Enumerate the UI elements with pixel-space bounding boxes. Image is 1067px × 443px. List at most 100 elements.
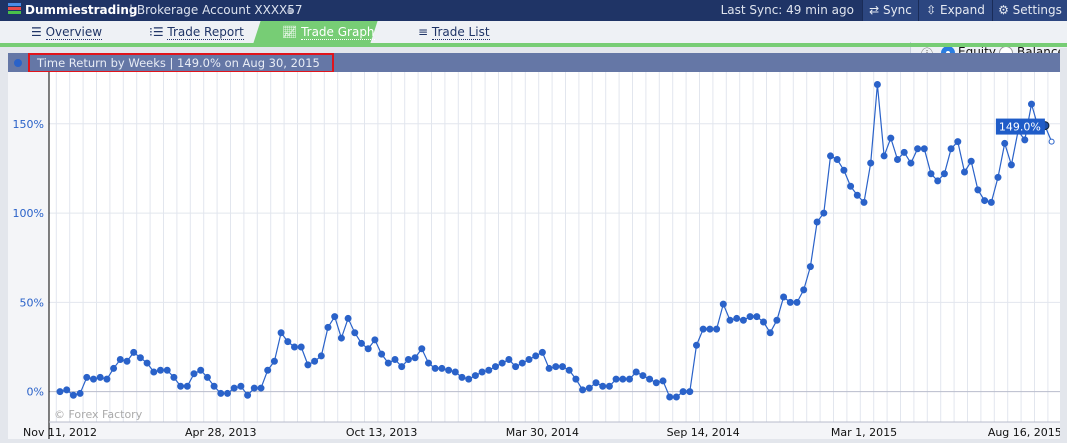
chart-area: 0% 50% 100% 150% Nov 11, 2012 Apr 28, 2013 Oct… [8,72,1062,439]
x-tick-label: Sep 14, 2014 [667,426,740,439]
x-tick-label: Oct 13, 2013 [346,426,418,439]
lines-icon: ≡ [418,25,432,39]
data-point [425,359,432,367]
tab-overview[interactable]: ☰ Overview [31,21,103,43]
data-point [880,152,888,160]
data-point [344,314,352,322]
data-point [887,134,895,142]
data-point [237,382,245,390]
data-point [364,345,372,353]
x-tick-label: Mar 1, 2015 [831,426,897,439]
data-point [163,366,171,374]
data-point [867,159,875,167]
data-point [639,372,647,380]
data-point [552,363,560,371]
data-point [445,366,453,374]
data-point [311,357,319,365]
data-point [813,218,821,226]
data-point [699,325,707,333]
data-point [659,377,667,385]
data-point [230,384,238,392]
data-point [760,318,767,326]
data-point [1007,161,1015,169]
data-point [894,156,901,163]
data-point [69,391,77,399]
data-point [157,366,164,374]
scrollbar[interactable] [1060,48,1067,439]
data-point [378,350,386,358]
top-bar: Dummiestrading | Brokerage Account XXXX5… [0,0,1067,21]
data-point [693,341,700,349]
bullet-list-icon: ⁝☰ [149,25,168,39]
data-point [337,334,345,342]
data-point [974,186,982,194]
brand-name[interactable]: Dummiestrading [25,3,138,17]
data-point [766,329,774,337]
line-chart-icon: 📈︎ [282,25,302,39]
data-point [384,359,392,367]
data-point [351,329,359,337]
tab-underline [0,43,1067,47]
data-point [404,356,412,363]
data-point [780,293,788,301]
data-point [873,81,881,88]
data-point [934,177,942,185]
sync-button[interactable]: ⇄ Sync [862,0,918,21]
data-point [224,389,231,397]
data-point [833,156,841,163]
data-point [954,138,962,146]
expand-button[interactable]: ⇳ Expand [918,0,992,21]
watermark: © Forex Factory [54,408,143,421]
data-point [739,316,747,324]
lock-icon: 🔒︎ [287,3,293,16]
data-point [525,356,533,363]
data-point [726,316,734,324]
data-point [840,166,848,174]
x-tick-label: Aug 16, 2015 [988,426,1060,439]
settings-button[interactable]: ⚙ Settings [992,0,1067,21]
data-point [666,393,674,401]
data-point [947,145,955,153]
data-point [773,316,781,324]
data-point [505,356,513,363]
data-point [987,198,995,206]
data-point [116,356,124,363]
line-chart[interactable]: 0% 50% 100% 150% Nov 11, 2012 Apr 28, 2013 Oct… [8,72,1062,439]
data-point [123,357,131,365]
data-point [63,386,71,394]
tab-trade-graph[interactable]: 📈︎ Trade Graph [282,21,375,43]
data-point [324,323,332,331]
data-point [1021,136,1029,144]
chart-title: Time Return by Weeks | 149.0% on Aug 30,… [28,53,334,73]
data-point [847,182,855,190]
y-tick-label: 0% [27,386,44,399]
data-point [713,325,721,333]
data-point [264,366,272,374]
data-point [56,388,64,396]
x-tick-label: Mar 30, 2014 [506,426,579,439]
data-point [572,375,580,383]
data-point [398,363,406,371]
data-point [1048,138,1055,145]
data-point [806,263,814,271]
tab-trade-report[interactable]: ⁝☰ Trade Report [149,21,244,43]
data-point [961,168,968,176]
data-point [418,345,426,353]
data-point [431,364,439,372]
data-point [183,382,191,390]
data-point [652,379,660,387]
data-point [820,209,828,217]
data-point [471,372,479,380]
data-point [746,313,754,321]
data-point [981,197,989,205]
data-point [110,364,118,372]
tab-trade-list[interactable]: ≡ Trade List [418,21,490,43]
data-point [485,366,493,374]
data-point [317,352,325,360]
data-point [967,157,975,165]
data-point [284,338,292,346]
data-point [545,364,553,372]
data-point [1028,100,1035,108]
data-point [927,170,935,178]
data-point [130,348,138,356]
